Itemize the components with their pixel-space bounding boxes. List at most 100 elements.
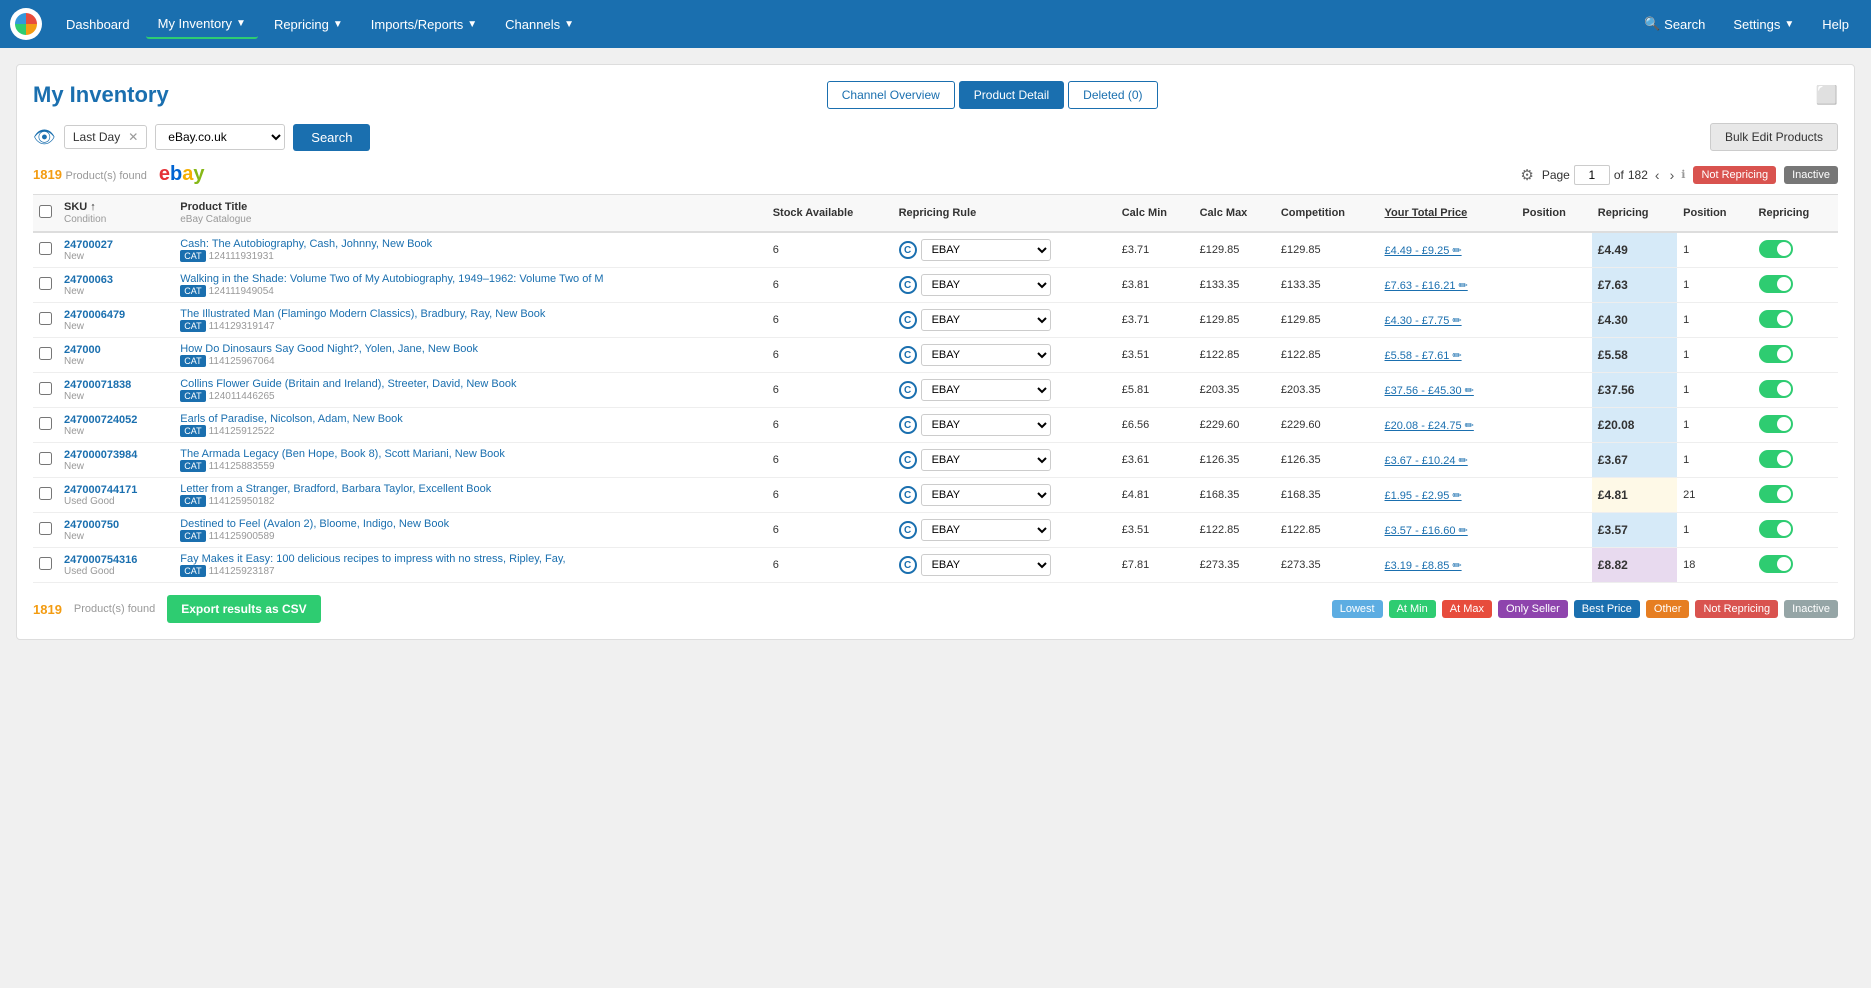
repricing-toggle[interactable] [1759, 485, 1793, 503]
product-title-link[interactable]: Collins Flower Guide (Britain and Irelan… [180, 378, 760, 390]
not-repricing-filter-button[interactable]: Not Repricing [1693, 166, 1776, 184]
ebay-logo: ebay [159, 163, 205, 186]
repricing-rule-select[interactable]: EBAY [921, 554, 1051, 576]
inactive-filter-button[interactable]: Inactive [1784, 166, 1838, 184]
remove-filter-icon[interactable]: ✕ [128, 130, 138, 144]
repricing-toggle[interactable] [1759, 415, 1793, 433]
position-left [1516, 268, 1591, 303]
search-button[interactable]: 🔍 Search [1632, 10, 1717, 38]
prev-page-button[interactable]: ‹ [1652, 167, 1663, 183]
next-page-button[interactable]: › [1667, 167, 1678, 183]
product-title-link[interactable]: How Do Dinosaurs Say Good Night?, Yolen,… [180, 343, 760, 355]
repricing-rule-select[interactable]: EBAY [921, 344, 1051, 366]
app-logo[interactable] [10, 8, 42, 40]
price-range-link[interactable]: £37.56 - £45.30 ✏ [1385, 385, 1474, 397]
product-title-link[interactable]: Cash: The Autobiography, Cash, Johnny, N… [180, 238, 760, 250]
legend-badge-atmax[interactable]: At Max [1442, 600, 1492, 618]
repricing-toggle[interactable] [1759, 450, 1793, 468]
repricing-price-cell: £4.30 [1592, 303, 1677, 338]
search-button[interactable]: Search [293, 124, 370, 151]
legend-badge-bestprice[interactable]: Best Price [1574, 600, 1640, 618]
row-checkbox[interactable] [39, 277, 52, 290]
legend-badge-atmin[interactable]: At Min [1389, 600, 1436, 618]
price-range-link[interactable]: £4.30 - £7.75 ✏ [1385, 315, 1462, 327]
repricing-rule-select[interactable]: EBAY [921, 519, 1051, 541]
repricing-rule-select[interactable]: EBAY [921, 449, 1051, 471]
condition: New [64, 461, 168, 472]
legend-badge-notrepricing[interactable]: Not Repricing [1695, 600, 1778, 618]
tab-channel-overview[interactable]: Channel Overview [827, 81, 955, 109]
export-csv-button[interactable]: Export results as CSV [167, 595, 320, 623]
price-range-link[interactable]: £4.49 - £9.25 ✏ [1385, 245, 1462, 257]
product-title-link[interactable]: Destined to Feel (Avalon 2), Bloome, Ind… [180, 518, 760, 530]
row-checkbox[interactable] [39, 522, 52, 535]
calc-min: £7.81 [1116, 548, 1194, 583]
row-checkbox[interactable] [39, 452, 52, 465]
repricing-toggle[interactable] [1759, 310, 1793, 328]
repricing-price: £3.57 [1598, 523, 1628, 537]
filter-bar: 👁 Last Day ✕ eBay.co.uk eBay.com Amazon … [33, 123, 1838, 151]
price-range-link[interactable]: £1.95 - £2.95 ✏ [1385, 490, 1462, 502]
row-checkbox[interactable] [39, 347, 52, 360]
price-range-link[interactable]: £20.08 - £24.75 ✏ [1385, 420, 1474, 432]
price-range-link[interactable]: £3.67 - £10.24 ✏ [1385, 455, 1468, 467]
repricing-rule-select[interactable]: EBAY [921, 239, 1051, 261]
row-checkbox[interactable] [39, 242, 52, 255]
row-checkbox[interactable] [39, 417, 52, 430]
help-button[interactable]: Help [1810, 11, 1861, 38]
row-checkbox[interactable] [39, 382, 52, 395]
repricing-toggle[interactable] [1759, 555, 1793, 573]
filter-tag-lastday[interactable]: Last Day ✕ [64, 125, 147, 149]
repricing-toggle[interactable] [1759, 380, 1793, 398]
nav-item-repricing[interactable]: Repricing ▼ [262, 11, 355, 38]
legend-badge-lowest[interactable]: Lowest [1332, 600, 1383, 618]
page-header: My Inventory Channel Overview Product De… [33, 81, 1838, 109]
price-range-link[interactable]: £7.63 - £16.21 ✏ [1385, 280, 1468, 292]
repricing-price-cell: £37.56 [1592, 373, 1677, 408]
stock-available: 6 [767, 513, 893, 548]
page-input[interactable] [1574, 165, 1610, 185]
repricing-toggle[interactable] [1759, 345, 1793, 363]
legend-badge-inactive[interactable]: Inactive [1784, 600, 1838, 618]
product-title-link[interactable]: Walking in the Shade: Volume Two of My A… [180, 273, 760, 285]
legend-badge-onlyseller[interactable]: Only Seller [1498, 600, 1568, 618]
repricing-rule-select[interactable]: EBAY [921, 414, 1051, 436]
repricing-rule-select[interactable]: EBAY [921, 379, 1051, 401]
repricing-rule-select[interactable]: EBAY [921, 309, 1051, 331]
table-footer: 1819 Product(s) found Export results as … [33, 595, 1838, 623]
select-all-checkbox[interactable] [39, 205, 52, 218]
row-checkbox[interactable] [39, 487, 52, 500]
col-calc-min: Calc Min [1116, 195, 1194, 233]
col-sku[interactable]: SKU ↑ Condition [58, 195, 174, 233]
channel-select[interactable]: eBay.co.uk eBay.com Amazon [155, 124, 285, 150]
legend-badge-other[interactable]: Other [1646, 600, 1690, 618]
product-title-link[interactable]: The Illustrated Man (Flamingo Modern Cla… [180, 308, 760, 320]
nav-item-dashboard[interactable]: Dashboard [54, 11, 142, 38]
nav-item-channels[interactable]: Channels ▼ [493, 11, 586, 38]
price-range-link[interactable]: £5.58 - £7.61 ✏ [1385, 350, 1462, 362]
product-title-link[interactable]: Letter from a Stranger, Bradford, Barbar… [180, 483, 760, 495]
gear-icon[interactable]: ⚙ [1520, 166, 1533, 184]
your-total-price: £3.57 - £16.60 ✏ [1379, 513, 1517, 548]
repricing-toggle[interactable] [1759, 275, 1793, 293]
settings-button[interactable]: Settings ▼ [1721, 11, 1806, 38]
price-range-link[interactable]: £3.19 - £8.85 ✏ [1385, 560, 1462, 572]
repricing-toggle[interactable] [1759, 520, 1793, 538]
nav-item-imports[interactable]: Imports/Reports ▼ [359, 11, 489, 38]
row-checkbox[interactable] [39, 557, 52, 570]
product-title-link[interactable]: Earls of Paradise, Nicolson, Adam, New B… [180, 413, 760, 425]
monitor-icon[interactable]: ⬜ [1816, 85, 1838, 106]
repricing-rule-select[interactable]: EBAY [921, 274, 1051, 296]
bulk-edit-button[interactable]: Bulk Edit Products [1710, 123, 1838, 151]
product-title-link[interactable]: The Armada Legacy (Ben Hope, Book 8), Sc… [180, 448, 760, 460]
repricing-toggle[interactable] [1759, 240, 1793, 258]
repricing-rule-select[interactable]: EBAY [921, 484, 1051, 506]
tab-product-detail[interactable]: Product Detail [959, 81, 1064, 109]
nav-item-inventory[interactable]: My Inventory ▼ [146, 10, 258, 39]
row-checkbox[interactable] [39, 312, 52, 325]
product-title-link[interactable]: Fay Makes it Easy: 100 delicious recipes… [180, 553, 760, 565]
eye-icon[interactable]: 👁 [33, 127, 56, 148]
price-range-link[interactable]: £3.57 - £16.60 ✏ [1385, 525, 1468, 537]
calc-min: £3.61 [1116, 443, 1194, 478]
tab-deleted[interactable]: Deleted (0) [1068, 81, 1157, 109]
